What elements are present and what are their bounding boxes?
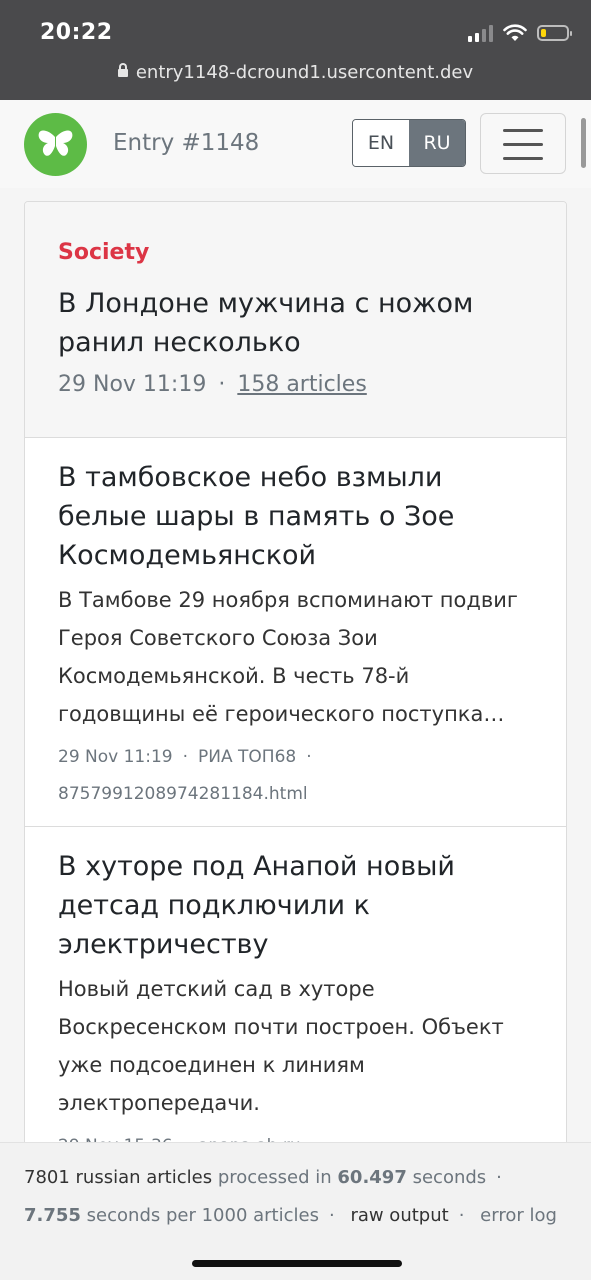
article-file-link[interactable]: 8757991208974281184.html	[58, 784, 308, 804]
address-bar[interactable]: entry1148-dcround1.usercontent.dev	[0, 62, 591, 83]
article-count: 7801 russian articles	[24, 1167, 213, 1188]
status-time: 20:22	[40, 20, 113, 45]
seconds-label: seconds	[412, 1167, 487, 1188]
language-switcher: EN RU	[352, 119, 466, 167]
article-body: Новый детский сад в хуторе Воскресенском…	[58, 977, 504, 1115]
url-text: entry1148-dcround1.usercontent.dev	[135, 62, 474, 83]
story-card: Society В Лондоне мужчина с ножом ранил …	[24, 201, 567, 1181]
article-item[interactable]: В тамбовское небо взмыли белые шары в па…	[25, 438, 566, 827]
story-date: 29 Nov 11:19	[58, 372, 207, 397]
article-title[interactable]: В хуторе под Анапой новый детсад подключ…	[58, 847, 533, 964]
processed-label: processed in	[217, 1167, 332, 1188]
seconds-total: 60.497	[337, 1167, 407, 1188]
article-date: 29 Nov 11:19	[58, 747, 173, 767]
raw-output-link[interactable]: raw output	[350, 1205, 448, 1226]
articles-link[interactable]: 158 articles	[237, 372, 366, 397]
story-meta: 29 Nov 11:19 · 158 articles	[58, 372, 367, 397]
scrollbar[interactable]	[581, 118, 586, 168]
category-label[interactable]: Society	[58, 240, 149, 265]
lang-ru-button[interactable]: RU	[409, 120, 465, 166]
lang-en-button[interactable]: EN	[353, 120, 409, 166]
butterfly-logo-icon[interactable]	[24, 113, 87, 176]
battery-icon	[537, 25, 572, 41]
lock-icon	[117, 63, 128, 77]
article-title[interactable]: В тамбовское небо взмыли белые шары в па…	[58, 458, 533, 575]
story-header: Society В Лондоне мужчина с ножом ранил …	[25, 202, 566, 438]
story-title: В Лондоне мужчина с ножом ранил нескольк…	[58, 288, 474, 358]
seconds-per-1000: 7.755	[24, 1205, 81, 1226]
status-bar: 20:22 entry1148-dcround1.usercontent.dev	[0, 0, 591, 100]
article-body: В Тамбове 29 ноября вспоминают подвиг Ге…	[58, 588, 518, 726]
per-1000-label: seconds per 1000 articles	[86, 1205, 319, 1226]
page-title: Entry #1148	[113, 130, 260, 156]
article-item[interactable]: В хуторе под Анапой новый детсад подключ…	[25, 827, 566, 1165]
site-header: Entry #1148 EN RU	[0, 100, 591, 188]
error-log-link[interactable]: error log	[480, 1205, 557, 1226]
article-source: РИА ТОП68	[198, 747, 297, 767]
home-indicator	[192, 1260, 402, 1267]
hamburger-menu-icon[interactable]	[480, 113, 566, 174]
article-meta: 29 Nov 11:19 · РИА ТОП68 · 87579912089742811…	[58, 747, 312, 804]
status-icons	[468, 24, 572, 42]
wifi-icon	[503, 24, 527, 41]
signal-icon	[468, 24, 493, 42]
